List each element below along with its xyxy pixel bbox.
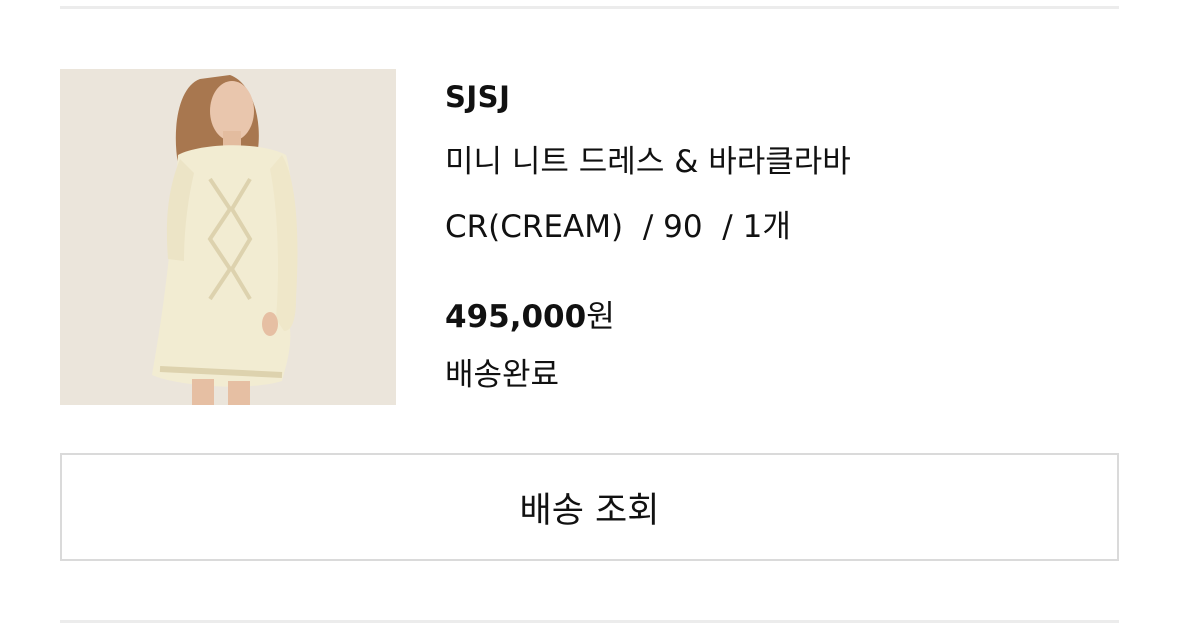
option-separator: / (623, 209, 664, 245)
bottom-divider (60, 620, 1119, 623)
option-separator: / (702, 209, 743, 245)
top-divider (60, 6, 1119, 9)
product-option: CR(CREAM) / 90 / 1개 (445, 201, 791, 246)
option-color: CR(CREAM) (445, 209, 624, 245)
track-shipping-label: 배송 조회 (519, 490, 660, 531)
product-image[interactable] (60, 69, 396, 405)
price-amount: 495,000 (445, 299, 587, 335)
option-quantity: 1개 (742, 209, 791, 245)
product-price: 495,000원 (445, 291, 615, 336)
product-name[interactable]: 미니 니트 드레스 & 바라클라바 (445, 136, 851, 181)
delivery-status: 배송완료 (445, 357, 560, 393)
brand-name: SJSJ (445, 80, 511, 114)
track-shipping-button[interactable]: 배송 조회 (60, 453, 1119, 561)
price-currency: 원 (586, 299, 615, 335)
option-size: 90 (663, 209, 703, 245)
